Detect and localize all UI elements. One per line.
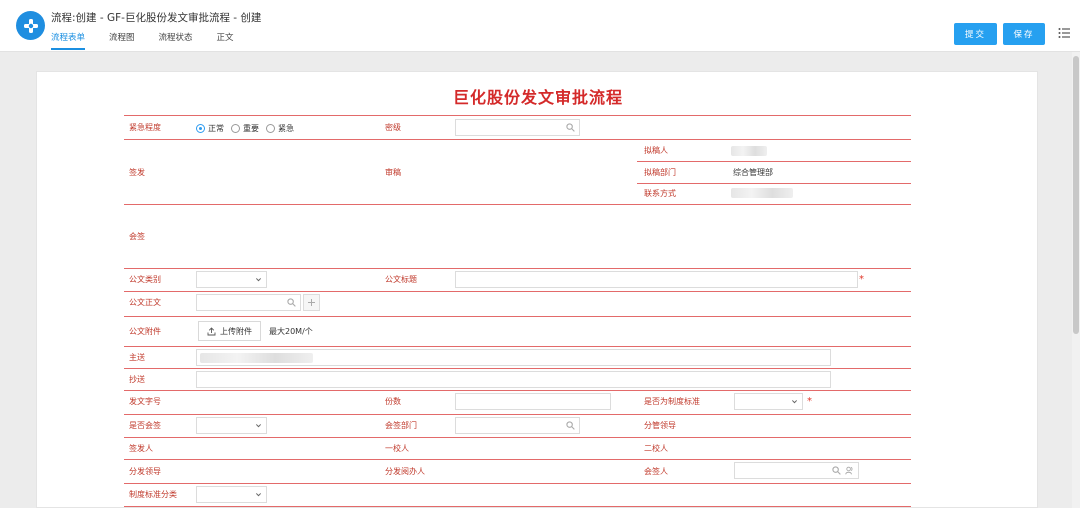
draft-dept-value: 综合管理部 bbox=[733, 168, 773, 177]
search-icon[interactable] bbox=[566, 123, 575, 132]
required-mark: * bbox=[807, 396, 812, 407]
divider-line bbox=[637, 161, 911, 162]
first-proof-label: 一校人 bbox=[385, 444, 409, 453]
tab-body-text[interactable]: 正文 bbox=[217, 31, 234, 50]
drafter-label: 拟稿人 bbox=[644, 146, 668, 155]
radio-unchecked-icon bbox=[231, 124, 240, 133]
leader-label: 分管领导 bbox=[644, 421, 676, 430]
doc-attach-label: 公文附件 bbox=[129, 327, 161, 336]
chevron-down-icon bbox=[255, 424, 262, 428]
standard-category-select[interactable] bbox=[196, 486, 267, 503]
chevron-down-icon bbox=[255, 493, 262, 497]
divider-line bbox=[124, 368, 911, 369]
countersign-dept-label: 会签部门 bbox=[385, 421, 417, 430]
doc-category-select[interactable] bbox=[196, 271, 267, 288]
secret-level-field[interactable] bbox=[455, 119, 580, 136]
main-send-field[interactable] bbox=[196, 349, 831, 366]
logo-mark-icon bbox=[23, 18, 38, 33]
divider-line bbox=[124, 459, 911, 460]
divider-line bbox=[124, 506, 911, 507]
doc-category-label: 公文类别 bbox=[129, 275, 161, 284]
copies-input[interactable] bbox=[455, 393, 611, 410]
search-icon[interactable] bbox=[832, 466, 841, 475]
need-countersign-label: 是否会签 bbox=[129, 421, 161, 430]
doc-body-label: 公文正文 bbox=[129, 298, 161, 307]
divider-line bbox=[124, 346, 911, 347]
radio-checked-icon bbox=[196, 124, 205, 133]
upload-icon bbox=[207, 326, 216, 335]
countersigner-field[interactable] bbox=[734, 462, 859, 479]
draft-dept-label: 拟稿部门 bbox=[644, 168, 676, 177]
countersign-label: 会签 bbox=[129, 232, 145, 241]
search-icon[interactable] bbox=[287, 298, 296, 307]
divider-line bbox=[124, 437, 911, 438]
chevron-down-icon bbox=[791, 400, 798, 404]
top-bar: 流程:创建 - GF-巨化股份发文审批流程 - 创建 流程表单 流程图 流程状态… bbox=[0, 0, 1080, 52]
upload-limit-text: 最大20M/个 bbox=[269, 327, 313, 336]
chevron-down-icon bbox=[255, 278, 262, 282]
contact-label: 联系方式 bbox=[644, 189, 676, 198]
required-mark: * bbox=[859, 274, 864, 285]
radio-unchecked-icon bbox=[266, 124, 275, 133]
tab-bar: 流程表单 流程图 流程状态 正文 bbox=[51, 31, 258, 50]
divider-line bbox=[124, 115, 911, 116]
form-paper: 巨化股份发文审批流程 紧急程度 正常 重要 紧急 密级 签发 审稿 拟稿人 拟稿… bbox=[36, 71, 1038, 508]
upload-attachment-button[interactable]: 上传附件 bbox=[198, 321, 261, 341]
cc-field[interactable] bbox=[196, 371, 831, 388]
standard-category-label: 制度标准分类 bbox=[129, 490, 177, 499]
divider-line bbox=[124, 316, 911, 317]
doc-title-label: 公文标题 bbox=[385, 275, 417, 284]
divider-line bbox=[124, 414, 911, 415]
cc-label: 抄送 bbox=[129, 375, 145, 384]
form-title: 巨化股份发文审批流程 bbox=[452, 88, 623, 107]
second-proof-label: 二校人 bbox=[644, 444, 668, 453]
tab-flow-form[interactable]: 流程表单 bbox=[51, 31, 86, 50]
copies-label: 份数 bbox=[385, 397, 401, 406]
need-countersign-select[interactable] bbox=[196, 417, 267, 434]
app-logo bbox=[16, 11, 45, 40]
window-title: 流程:创建 - GF-巨化股份发文审批流程 - 创建 bbox=[51, 12, 262, 24]
urgency-option-normal[interactable]: 正常 bbox=[196, 123, 224, 134]
main-send-label: 主送 bbox=[129, 353, 145, 362]
divider-line bbox=[124, 390, 911, 391]
is-standard-label: 是否为制度标准 bbox=[644, 397, 700, 406]
is-standard-select[interactable] bbox=[734, 393, 803, 410]
urgency-label: 紧急程度 bbox=[129, 123, 161, 132]
review-label: 审稿 bbox=[385, 168, 401, 177]
urgency-radio-group: 正常 重要 紧急 bbox=[196, 123, 301, 134]
tab-flow-status[interactable]: 流程状态 bbox=[159, 31, 193, 50]
divider-line bbox=[124, 268, 911, 269]
issue-label: 签发 bbox=[129, 168, 145, 177]
urgency-option-urgent[interactable]: 紧急 bbox=[266, 123, 294, 134]
save-button[interactable]: 保存 bbox=[1003, 23, 1045, 45]
plus-icon bbox=[308, 299, 315, 306]
issuer-label: 签发人 bbox=[129, 444, 153, 453]
tab-flow-chart[interactable]: 流程图 bbox=[109, 31, 135, 50]
add-doc-body-button[interactable] bbox=[303, 294, 320, 311]
countersigner-label: 会签人 bbox=[644, 467, 668, 476]
distrib-leader-label: 分发领导 bbox=[129, 467, 161, 476]
scroll-thumb[interactable] bbox=[1073, 56, 1079, 334]
drafter-value-redacted bbox=[731, 146, 767, 156]
submit-button[interactable]: 提交 bbox=[954, 23, 997, 45]
distrib-reader-label: 分发阅办人 bbox=[385, 467, 425, 476]
urgency-option-important[interactable]: 重要 bbox=[231, 123, 259, 134]
list-menu-icon[interactable] bbox=[1058, 27, 1070, 39]
countersign-dept-field[interactable] bbox=[455, 417, 580, 434]
main-send-value-redacted bbox=[200, 353, 313, 363]
secret-level-label: 密级 bbox=[385, 123, 401, 132]
doc-number-label: 发文字号 bbox=[129, 397, 161, 406]
divider-line bbox=[124, 483, 911, 484]
search-icon[interactable] bbox=[566, 421, 575, 430]
contact-value-redacted bbox=[731, 188, 793, 198]
doc-title-input[interactable] bbox=[455, 271, 858, 288]
divider-line bbox=[124, 291, 911, 292]
divider-line bbox=[124, 139, 911, 140]
doc-body-field[interactable] bbox=[196, 294, 301, 311]
divider-line bbox=[637, 183, 911, 184]
users-icon[interactable] bbox=[845, 466, 854, 475]
divider-line bbox=[124, 204, 911, 205]
vertical-scrollbar[interactable] bbox=[1072, 52, 1080, 508]
